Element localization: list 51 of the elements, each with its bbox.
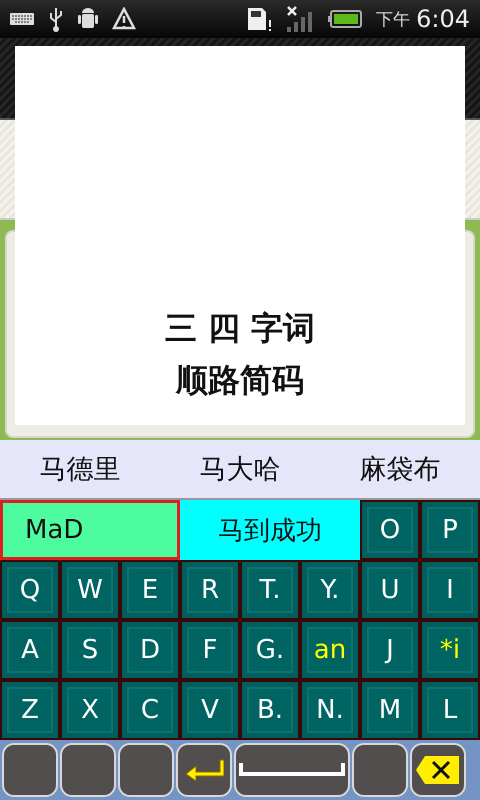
key[interactable]: J xyxy=(360,620,420,680)
key[interactable]: Z xyxy=(0,680,60,740)
popup-text: 三 四 字词 xyxy=(164,308,316,349)
key[interactable]: O xyxy=(360,500,420,560)
key[interactable]: A xyxy=(0,620,60,680)
key[interactable]: S xyxy=(60,620,120,680)
input-field[interactable]: MaD xyxy=(0,500,180,560)
key[interactable]: X xyxy=(60,680,120,740)
key[interactable]: Q xyxy=(0,560,60,620)
top-candidate[interactable]: 马到成功 xyxy=(180,500,360,560)
blank-key[interactable] xyxy=(2,743,58,797)
clock-time: 6:04 xyxy=(416,5,470,33)
candidate-word[interactable]: 马德里 xyxy=(40,451,120,487)
key[interactable]: T. xyxy=(240,560,300,620)
key[interactable]: F xyxy=(180,620,240,680)
backspace-key[interactable] xyxy=(410,743,466,797)
key[interactable]: *i xyxy=(420,620,480,680)
no-signal-icon xyxy=(286,5,314,33)
key[interactable]: D xyxy=(120,620,180,680)
blank-key[interactable] xyxy=(352,743,408,797)
key[interactable]: N. xyxy=(300,680,360,740)
key[interactable]: W xyxy=(60,560,120,620)
blank-key[interactable] xyxy=(118,743,174,797)
battery-icon xyxy=(328,10,362,28)
enter-arrow-icon xyxy=(184,759,224,781)
space-key[interactable] xyxy=(234,743,350,797)
key[interactable]: E xyxy=(120,560,180,620)
warning-icon xyxy=(112,7,136,31)
popup-text: 顺路简码 xyxy=(176,360,304,401)
key[interactable]: I xyxy=(420,560,480,620)
blank-key[interactable] xyxy=(60,743,116,797)
usb-icon xyxy=(48,6,64,32)
key[interactable]: V xyxy=(180,680,240,740)
space-bar-icon xyxy=(237,762,347,778)
key[interactable]: L xyxy=(420,680,480,740)
key[interactable]: M xyxy=(360,680,420,740)
backspace-icon xyxy=(415,755,461,785)
candidate-word[interactable]: 马大哈 xyxy=(200,451,280,487)
key[interactable]: P xyxy=(420,500,480,560)
key[interactable]: an xyxy=(300,620,360,680)
clock-period: 下午 xyxy=(376,8,410,30)
key[interactable]: Y. xyxy=(300,560,360,620)
sd-card-alert-icon xyxy=(246,6,272,32)
key[interactable]: G. xyxy=(240,620,300,680)
key[interactable]: B. xyxy=(240,680,300,740)
key[interactable]: R xyxy=(180,560,240,620)
candidate-word[interactable]: 麻袋布 xyxy=(360,451,440,487)
enter-key[interactable] xyxy=(176,743,232,797)
key[interactable]: C xyxy=(120,680,180,740)
keyboard-icon xyxy=(10,13,34,25)
key[interactable]: U xyxy=(360,560,420,620)
